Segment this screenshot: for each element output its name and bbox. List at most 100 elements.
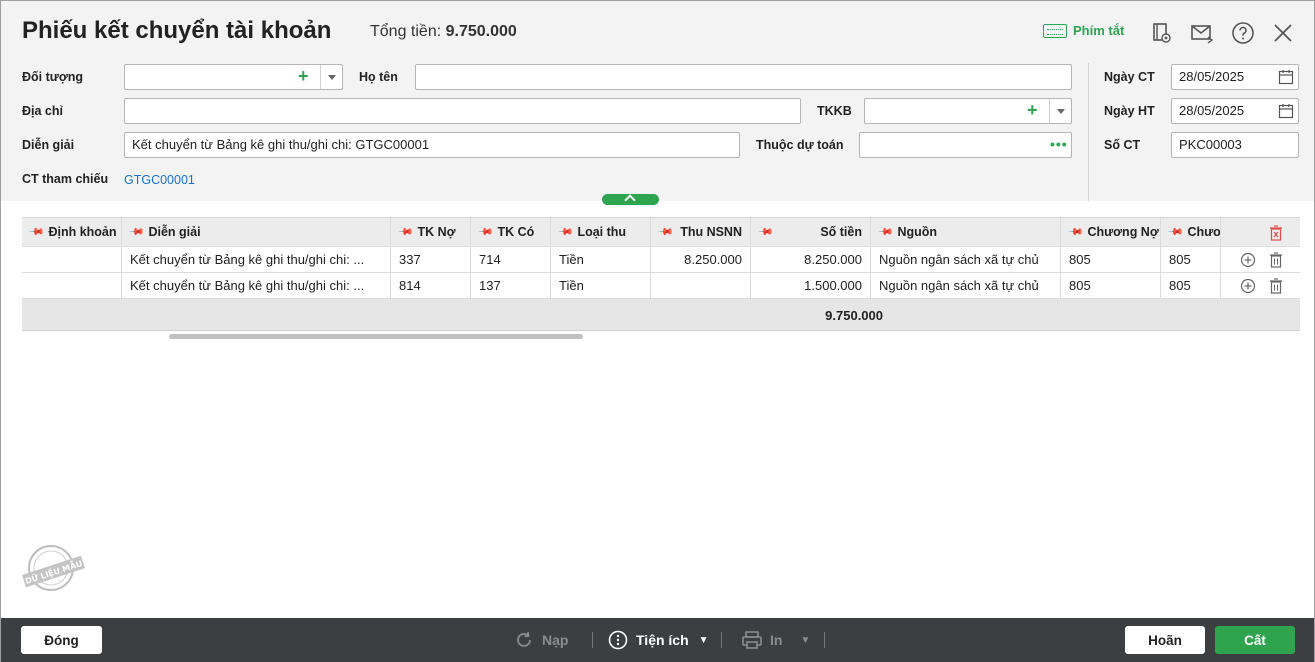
dia-chi-input[interactable] (124, 98, 801, 124)
dien-giai-label: Diễn giải (22, 138, 75, 152)
add-tkkb-icon[interactable]: + (1027, 98, 1038, 122)
cancel-button[interactable]: Hoãn (1125, 626, 1205, 654)
grid-header: 📌 Định khoản 📌 Diễn giải 📌 TK Nợ 📌 TK Có 📌 Lo… (22, 217, 1300, 247)
col-loai-thu[interactable]: 📌 Loại thu (551, 218, 651, 246)
col-so-tien[interactable]: 📌 Số tiền (751, 218, 871, 246)
shortcut-label: Phím tắt (1073, 23, 1125, 38)
footer-toolbar: Đóng Nạp Tiện ích ▼ In ▼ Hoãn Cất (1, 618, 1314, 662)
col-tk-co[interactable]: 📌 TK Có (471, 218, 551, 246)
more-vertical-icon (608, 630, 628, 650)
tkkb-dropdown-icon[interactable] (1049, 99, 1071, 123)
table-row[interactable]: Kết chuyển từ Bảng kê ghi thu/ghi chi: .… (22, 273, 1300, 299)
col-chuong-co[interactable]: 📌Chươn (1161, 218, 1221, 246)
cell-dien-giai[interactable]: Kết chuyển từ Bảng kê ghi thu/ghi chi: .… (122, 273, 391, 298)
dia-chi-label: Địa chỉ (22, 104, 63, 118)
col-chuong-no[interactable]: 📌 Chương Nợ (1061, 218, 1161, 246)
voucher-window: Phiếu kết chuyển tài khoản Tổng tiền: 9.… (0, 0, 1315, 662)
calendar-icon[interactable] (1278, 69, 1294, 85)
total-amount: Tổng tiền: 9.750.000 (370, 23, 517, 41)
cell-so-tien[interactable]: 1.500.000 (751, 273, 871, 298)
chevron-down-icon: ▼ (800, 634, 811, 646)
col-nguon[interactable]: 📌 Nguồn (871, 218, 1061, 246)
add-doi-tuong-icon[interactable]: + (298, 64, 309, 88)
print-button[interactable]: In ▼ (741, 628, 810, 652)
tkkb-input[interactable] (864, 98, 1072, 124)
cell-tk-co[interactable]: 137 (471, 273, 551, 298)
ho-ten-label: Họ tên (359, 70, 398, 84)
ho-ten-input[interactable] (415, 64, 1072, 90)
cell-nguon[interactable]: Nguồn ngân sách xã tự chủ (871, 247, 1061, 272)
reload-label: Nạp (542, 632, 569, 648)
save-button[interactable]: Cất (1215, 626, 1295, 654)
help-icon[interactable] (1231, 21, 1255, 45)
cell-tk-no[interactable]: 337 (391, 247, 471, 272)
doi-tuong-dropdown-icon[interactable] (320, 65, 342, 89)
shortcut-button[interactable]: Phím tắt (1043, 23, 1124, 38)
scrollbar-thumb[interactable] (169, 334, 583, 339)
total-label: Tổng tiền: (370, 23, 442, 40)
utilities-label: Tiện ích (636, 632, 689, 648)
doi-tuong-input[interactable] (124, 64, 343, 90)
cell-nguon[interactable]: Nguồn ngân sách xã tự chủ (871, 273, 1061, 298)
cell-dinh-khoan[interactable] (22, 247, 122, 272)
close-icon[interactable] (1271, 21, 1295, 45)
so-ct-input[interactable]: PKC00003 (1171, 132, 1299, 158)
table-row[interactable]: Kết chuyển từ Bảng kê ghi thu/ghi chi: .… (22, 247, 1300, 273)
cell-loai-thu[interactable]: Tiền (551, 247, 651, 272)
ct-tham-chieu-link[interactable]: GTGC00001 (124, 173, 195, 187)
collapse-header-button[interactable] (602, 194, 659, 205)
cell-so-tien[interactable]: 8.250.000 (751, 247, 871, 272)
form-header: Phiếu kết chuyển tài khoản Tổng tiền: 9.… (1, 1, 1314, 201)
col-dien-giai[interactable]: 📌 Diễn giải (122, 218, 391, 246)
print-label: In (770, 632, 783, 648)
cell-thu-nsnn[interactable] (651, 273, 751, 298)
add-row-icon[interactable] (1240, 278, 1256, 294)
dien-giai-input[interactable]: Kết chuyển từ Bảng kê ghi thu/ghi chi: G… (124, 132, 740, 158)
so-ct-label: Số CT (1104, 138, 1141, 152)
cell-tk-no[interactable]: 814 (391, 273, 471, 298)
cell-dinh-khoan[interactable] (22, 273, 122, 298)
col-thu-nsnn[interactable]: 📌 Thu NSNN (651, 218, 751, 246)
horizontal-scrollbar[interactable] (22, 332, 1300, 342)
divider (824, 632, 825, 648)
cell-dien-giai[interactable]: Kết chuyển từ Bảng kê ghi thu/ghi chi: .… (122, 247, 391, 272)
cell-thu-nsnn[interactable]: 8.250.000 (651, 247, 751, 272)
close-button[interactable]: Đóng (21, 626, 102, 654)
delete-all-icon[interactable] (1269, 225, 1283, 241)
doi-tuong-label: Đối tượng (22, 70, 83, 84)
calendar-icon[interactable] (1278, 103, 1294, 119)
cell-chuong-no[interactable]: 805 (1061, 273, 1161, 298)
more-options-icon[interactable]: ••• (1050, 132, 1068, 156)
ct-tham-chieu-label: CT tham chiếu (22, 172, 109, 186)
add-row-icon[interactable] (1240, 252, 1256, 268)
cell-tk-co[interactable]: 714 (471, 247, 551, 272)
keyboard-icon (1043, 23, 1067, 38)
chevron-down-icon: ▼ (698, 634, 709, 646)
preview-icon[interactable] (1150, 21, 1174, 45)
cell-chuong-no[interactable]: 805 (1061, 247, 1161, 272)
page-title: Phiếu kết chuyển tài khoản (22, 17, 332, 44)
email-icon[interactable] (1190, 21, 1214, 45)
thuoc-du-toan-label: Thuộc dự toán (756, 138, 844, 152)
utilities-menu-button[interactable]: Tiện ích ▼ (608, 628, 709, 652)
reload-icon (517, 631, 531, 647)
divider (592, 632, 593, 648)
grid-total-row: 9.750.000 (22, 299, 1300, 331)
total-value: 9.750.000 (445, 23, 517, 40)
cell-chuong-co[interactable]: 805 (1161, 247, 1221, 272)
printer-icon (742, 631, 762, 649)
sample-data-stamp: DỮ LIỆU MẪU (22, 545, 86, 591)
divider (721, 632, 722, 648)
divider (1088, 63, 1089, 201)
grid-total-value: 9.750.000 (825, 307, 883, 323)
col-dinh-khoan[interactable]: 📌 Định khoản (22, 218, 122, 246)
cell-loai-thu[interactable]: Tiền (551, 273, 651, 298)
thuoc-du-toan-input[interactable] (859, 132, 1072, 158)
cell-chuong-co[interactable]: 805 (1161, 273, 1221, 298)
ngay-ct-label: Ngày CT (1104, 70, 1155, 84)
ngay-ht-label: Ngày HT (1104, 104, 1155, 118)
delete-row-icon[interactable] (1269, 278, 1283, 294)
col-tk-no[interactable]: 📌 TK Nợ (391, 218, 471, 246)
delete-row-icon[interactable] (1269, 252, 1283, 268)
reload-button[interactable]: Nạp (514, 628, 568, 652)
